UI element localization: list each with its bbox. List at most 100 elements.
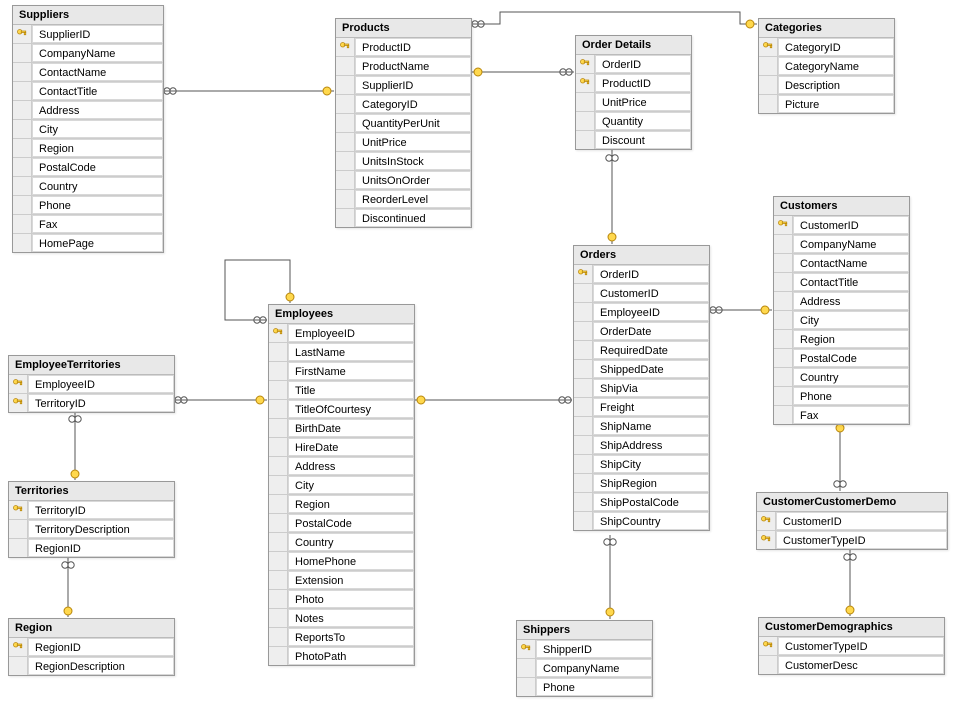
field-row[interactable]: TerritoryID <box>9 501 174 520</box>
field-row[interactable]: TitleOfCourtesy <box>269 400 414 419</box>
field-row[interactable]: ShipPostalCode <box>574 493 709 512</box>
entity-title[interactable]: Orders <box>574 246 709 265</box>
field-row[interactable]: ShipCity <box>574 455 709 474</box>
field-row[interactable]: ShipCountry <box>574 512 709 530</box>
entity-suppliers[interactable]: SuppliersSupplierIDCompanyNameContactNam… <box>12 5 164 253</box>
field-row[interactable]: UnitsInStock <box>336 152 471 171</box>
field-row[interactable]: ShipName <box>574 417 709 436</box>
field-row[interactable]: HomePhone <box>269 552 414 571</box>
field-row[interactable]: ProductID <box>336 38 471 57</box>
field-row[interactable]: LastName <box>269 343 414 362</box>
entity-title[interactable]: CustomerCustomerDemo <box>757 493 947 512</box>
field-row[interactable]: Quantity <box>576 112 691 131</box>
field-row[interactable]: RegionDescription <box>9 657 174 675</box>
field-row[interactable]: CustomerID <box>774 216 909 235</box>
entity-title[interactable]: Region <box>9 619 174 638</box>
field-row[interactable]: ContactTitle <box>13 82 163 101</box>
field-row[interactable]: Fax <box>774 406 909 424</box>
field-row[interactable]: UnitPrice <box>576 93 691 112</box>
field-row[interactable]: ShipRegion <box>574 474 709 493</box>
field-row[interactable]: EmployeeID <box>574 303 709 322</box>
entity-title[interactable]: Shippers <box>517 621 652 640</box>
field-row[interactable]: OrderID <box>576 55 691 74</box>
field-row[interactable]: Region <box>774 330 909 349</box>
field-row[interactable]: CategoryName <box>759 57 894 76</box>
field-row[interactable]: RequiredDate <box>574 341 709 360</box>
field-row[interactable]: Discount <box>576 131 691 149</box>
entity-region[interactable]: RegionRegionIDRegionDescription <box>8 618 175 676</box>
entity-title[interactable]: CustomerDemographics <box>759 618 944 637</box>
field-row[interactable]: Phone <box>774 387 909 406</box>
field-row[interactable]: OrderDate <box>574 322 709 341</box>
field-row[interactable]: CompanyName <box>774 235 909 254</box>
field-row[interactable]: EmployeeID <box>269 324 414 343</box>
field-row[interactable]: Country <box>269 533 414 552</box>
entity-territories[interactable]: TerritoriesTerritoryIDTerritoryDescripti… <box>8 481 175 558</box>
field-row[interactable]: PostalCode <box>13 158 163 177</box>
field-row[interactable]: Address <box>774 292 909 311</box>
entity-employees[interactable]: EmployeesEmployeeIDLastNameFirstName Titl… <box>268 304 415 666</box>
field-row[interactable]: CustomerDesc <box>759 656 944 674</box>
field-row[interactable]: FirstName <box>269 362 414 381</box>
field-row[interactable]: Country <box>13 177 163 196</box>
entity-customerDemographics[interactable]: CustomerDemographicsCustomerTypeIDCustom… <box>758 617 945 675</box>
entity-categories[interactable]: CategoriesCategoryIDCategoryNameDescript… <box>758 18 895 114</box>
field-row[interactable]: Description <box>759 76 894 95</box>
entity-title[interactable]: Categories <box>759 19 894 38</box>
field-row[interactable]: ShippedDate <box>574 360 709 379</box>
field-row[interactable]: ShipVia <box>574 379 709 398</box>
field-row[interactable]: Phone <box>517 678 652 696</box>
field-row[interactable]: Region <box>269 495 414 514</box>
field-row[interactable]: Photo <box>269 590 414 609</box>
field-row[interactable]: ContactTitle <box>774 273 909 292</box>
field-row[interactable]: CategoryID <box>336 95 471 114</box>
entity-title[interactable]: Order Details <box>576 36 691 55</box>
field-row[interactable]: UnitsOnOrder <box>336 171 471 190</box>
entity-title[interactable]: EmployeeTerritories <box>9 356 174 375</box>
field-row[interactable]: Region <box>13 139 163 158</box>
field-row[interactable]: City <box>13 120 163 139</box>
entity-customers[interactable]: CustomersCustomerIDCompanyNameContactNam… <box>773 196 910 425</box>
field-row[interactable]: ShipperID <box>517 640 652 659</box>
entity-title[interactable]: Customers <box>774 197 909 216</box>
field-row[interactable]: CustomerTypeID <box>759 637 944 656</box>
field-row[interactable]: Picture <box>759 95 894 113</box>
field-row[interactable]: QuantityPerUnit <box>336 114 471 133</box>
field-row[interactable]: HireDate <box>269 438 414 457</box>
field-row[interactable]: SupplierID <box>13 25 163 44</box>
field-row[interactable]: City <box>774 311 909 330</box>
field-row[interactable]: Notes <box>269 609 414 628</box>
field-row[interactable]: UnitPrice <box>336 133 471 152</box>
field-row[interactable]: Address <box>269 457 414 476</box>
entity-title[interactable]: Territories <box>9 482 174 501</box>
field-row[interactable]: Extension <box>269 571 414 590</box>
field-row[interactable]: OrderID <box>574 265 709 284</box>
entity-orderDetails[interactable]: Order DetailsOrderIDProductIDUnitPriceQu… <box>575 35 692 150</box>
field-row[interactable]: Address <box>13 101 163 120</box>
field-row[interactable]: BirthDate <box>269 419 414 438</box>
entity-shippers[interactable]: ShippersShipperIDCompanyNamePhone <box>516 620 653 697</box>
entity-customerCustomerDemo[interactable]: CustomerCustomerDemoCustomerIDCustomerTy… <box>756 492 948 550</box>
entity-products[interactable]: ProductsProductIDProductNameSupplierIDCa… <box>335 18 472 228</box>
field-row[interactable]: Discontinued <box>336 209 471 227</box>
field-row[interactable]: EmployeeID <box>9 375 174 394</box>
entity-title[interactable]: Employees <box>269 305 414 324</box>
field-row[interactable]: Fax <box>13 215 163 234</box>
field-row[interactable]: CompanyName <box>517 659 652 678</box>
field-row[interactable]: CategoryID <box>759 38 894 57</box>
field-row[interactable]: Phone <box>13 196 163 215</box>
entity-employeeTerritories[interactable]: EmployeeTerritoriesEmployeeIDTerritoryID <box>8 355 175 413</box>
field-row[interactable]: ReportsTo <box>269 628 414 647</box>
field-row[interactable]: Country <box>774 368 909 387</box>
field-row[interactable]: PostalCode <box>774 349 909 368</box>
field-row[interactable]: ShipAddress <box>574 436 709 455</box>
field-row[interactable]: TerritoryDescription <box>9 520 174 539</box>
field-row[interactable]: RegionID <box>9 539 174 557</box>
field-row[interactable]: PostalCode <box>269 514 414 533</box>
field-row[interactable]: RegionID <box>9 638 174 657</box>
field-row[interactable]: HomePage <box>13 234 163 252</box>
field-row[interactable]: TerritoryID <box>9 394 174 412</box>
field-row[interactable]: ReorderLevel <box>336 190 471 209</box>
field-row[interactable]: CompanyName <box>13 44 163 63</box>
field-row[interactable]: ProductID <box>576 74 691 93</box>
